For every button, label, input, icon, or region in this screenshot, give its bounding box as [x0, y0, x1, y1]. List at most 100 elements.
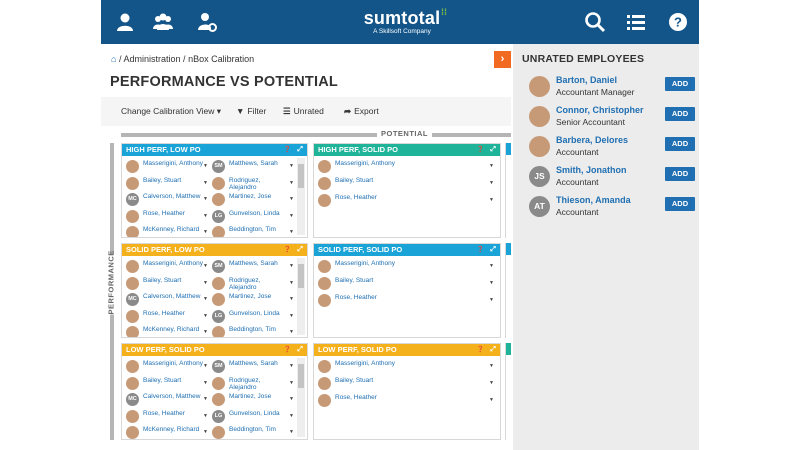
- employee-card[interactable]: Rose, Heather ▼: [318, 193, 494, 210]
- employee-card[interactable]: LG Gunvelson, Linda ▼: [212, 209, 294, 226]
- caret-down-icon[interactable]: ▼: [289, 229, 294, 237]
- help-icon[interactable]: ❓: [284, 144, 291, 156]
- caret-down-icon[interactable]: ▼: [289, 196, 294, 204]
- employee-card[interactable]: Beddington, Tim ▼: [212, 225, 294, 237]
- employee-card[interactable]: Bailey, Stuart ▼: [126, 376, 208, 393]
- employee-card[interactable]: Rodriguez, Alejandro ▼: [212, 176, 294, 193]
- caret-down-icon[interactable]: ▼: [203, 363, 208, 371]
- employee-name[interactable]: Matthews, Sarah: [229, 360, 289, 368]
- caret-down-icon[interactable]: ▼: [203, 229, 208, 237]
- caret-down-icon[interactable]: ▼: [289, 163, 294, 171]
- employee-card[interactable]: MC Calverson, Matthew ▼: [126, 192, 208, 209]
- employee-name[interactable]: Rose, Heather: [143, 310, 203, 318]
- employee-card[interactable]: Bailey, Stuart ▼: [318, 376, 494, 393]
- employee-card[interactable]: Masserigini, Anthony ▼: [126, 159, 208, 176]
- employee-name[interactable]: Bailey, Stuart: [143, 277, 203, 285]
- add-employee-button[interactable]: ADD: [665, 137, 695, 151]
- employee-name[interactable]: Rodriguez, Alejandro: [229, 377, 289, 392]
- employee-name[interactable]: McKenney, Richard: [143, 326, 203, 334]
- employee-name[interactable]: Rodriguez, Alejandro: [229, 277, 289, 292]
- caret-down-icon[interactable]: ▼: [289, 429, 294, 437]
- employee-card[interactable]: Masserigini, Anthony ▼: [318, 259, 494, 276]
- caret-down-icon[interactable]: ▼: [203, 329, 208, 337]
- employee-name[interactable]: Matthews, Sarah: [229, 160, 289, 168]
- caret-down-icon[interactable]: ▼: [289, 180, 294, 188]
- employee-name[interactable]: Beddington, Tim: [229, 426, 289, 434]
- caret-down-icon[interactable]: ▼: [289, 263, 294, 271]
- help-icon[interactable]: ?: [667, 11, 689, 33]
- employee-name[interactable]: Martinez, Jose: [229, 193, 289, 201]
- employee-card[interactable]: Rose, Heather ▼: [318, 393, 494, 410]
- caret-down-icon[interactable]: ▼: [289, 213, 294, 221]
- employee-name[interactable]: Masserigini, Anthony: [143, 360, 203, 368]
- caret-down-icon[interactable]: ▼: [203, 313, 208, 321]
- employee-card[interactable]: Rodriguez, Alejandro ▼: [212, 376, 294, 393]
- employee-card[interactable]: Martinez, Jose ▼: [212, 192, 294, 209]
- employee-card[interactable]: Bailey, Stuart ▼: [318, 276, 494, 293]
- caret-down-icon[interactable]: ▼: [203, 280, 208, 288]
- employee-card[interactable]: McKenney, Richard ▼: [126, 225, 208, 237]
- employee-card[interactable]: Masserigini, Anthony ▼: [126, 359, 208, 376]
- employee-card[interactable]: Martinez, Jose ▼: [212, 292, 294, 309]
- caret-down-icon[interactable]: ▼: [289, 396, 294, 404]
- add-employee-button[interactable]: ADD: [665, 77, 695, 91]
- help-icon[interactable]: ❓: [284, 344, 291, 356]
- help-icon[interactable]: ❓: [477, 144, 484, 156]
- employee-card[interactable]: McKenney, Richard ▼: [126, 325, 208, 337]
- employee-name[interactable]: Rose, Heather: [335, 194, 395, 202]
- breadcrumb-administration[interactable]: Administration: [123, 54, 180, 64]
- employee-name[interactable]: Martinez, Jose: [229, 393, 289, 401]
- caret-down-icon[interactable]: ▼: [203, 396, 208, 404]
- employee-card[interactable]: SM Matthews, Sarah ▼: [212, 359, 294, 376]
- employee-card[interactable]: McKenney, Richard ▼: [126, 425, 208, 439]
- employee-card[interactable]: SM Matthews, Sarah ▼: [212, 259, 294, 276]
- expand-icon[interactable]: ⤢: [297, 144, 303, 156]
- employee-name[interactable]: Rose, Heather: [143, 410, 203, 418]
- caret-down-icon[interactable]: ▼: [489, 280, 494, 288]
- scrollbar-thumb[interactable]: [298, 264, 304, 288]
- employee-name[interactable]: McKenney, Richard: [143, 426, 203, 434]
- employee-card[interactable]: Masserigini, Anthony ▼: [318, 359, 494, 376]
- caret-down-icon[interactable]: ▼: [203, 413, 208, 421]
- employee-card[interactable]: Beddington, Tim ▼: [212, 425, 294, 439]
- employee-name[interactable]: Masserigini, Anthony: [335, 160, 395, 168]
- search-icon[interactable]: [584, 11, 606, 33]
- list-icon[interactable]: [625, 11, 647, 33]
- employee-card[interactable]: Rose, Heather ▼: [126, 409, 208, 426]
- employee-card[interactable]: Rodriguez, Alejandro ▼: [212, 276, 294, 293]
- employee-name[interactable]: Matthews, Sarah: [229, 260, 289, 268]
- employee-name[interactable]: Bailey, Stuart: [335, 277, 395, 285]
- expand-icon[interactable]: ⤢: [490, 344, 496, 356]
- caret-down-icon[interactable]: ▼: [203, 263, 208, 271]
- employee-card[interactable]: Rose, Heather ▼: [126, 309, 208, 326]
- employee-card[interactable]: Masserigini, Anthony ▼: [126, 259, 208, 276]
- employee-name[interactable]: Smith, Jonathon: [556, 165, 627, 175]
- expand-icon[interactable]: ⤢: [490, 144, 496, 156]
- help-icon[interactable]: ❓: [477, 244, 484, 256]
- employee-name[interactable]: Beddington, Tim: [229, 226, 289, 234]
- scrollbar-thumb[interactable]: [298, 164, 304, 188]
- user-icon[interactable]: [114, 11, 136, 33]
- employee-name[interactable]: Thieson, Amanda: [556, 195, 631, 205]
- employee-name[interactable]: Barton, Daniel: [556, 75, 617, 85]
- employee-name[interactable]: Bailey, Stuart: [143, 177, 203, 185]
- collapse-panel-button[interactable]: ›: [494, 51, 511, 68]
- employee-name[interactable]: Calverson, Matthew: [143, 293, 203, 301]
- employee-name[interactable]: Barbera, Delores: [556, 135, 628, 145]
- employee-card[interactable]: Bailey, Stuart ▼: [126, 276, 208, 293]
- employee-card[interactable]: Rose, Heather ▼: [126, 209, 208, 226]
- user-settings-icon[interactable]: [196, 11, 218, 33]
- employee-name[interactable]: Masserigini, Anthony: [335, 260, 395, 268]
- caret-down-icon[interactable]: ▼: [203, 180, 208, 188]
- caret-down-icon[interactable]: ▼: [289, 329, 294, 337]
- employee-name[interactable]: Rose, Heather: [335, 394, 395, 402]
- employee-name[interactable]: Beddington, Tim: [229, 326, 289, 334]
- export-button[interactable]: ➦ Export: [344, 97, 379, 126]
- employee-name[interactable]: McKenney, Richard: [143, 226, 203, 234]
- scrollbar-thumb[interactable]: [298, 364, 304, 388]
- caret-down-icon[interactable]: ▼: [203, 429, 208, 437]
- home-icon[interactable]: ⌂: [111, 54, 116, 64]
- add-employee-button[interactable]: ADD: [665, 167, 695, 181]
- scrollbar[interactable]: [297, 158, 305, 235]
- caret-down-icon[interactable]: ▼: [289, 280, 294, 288]
